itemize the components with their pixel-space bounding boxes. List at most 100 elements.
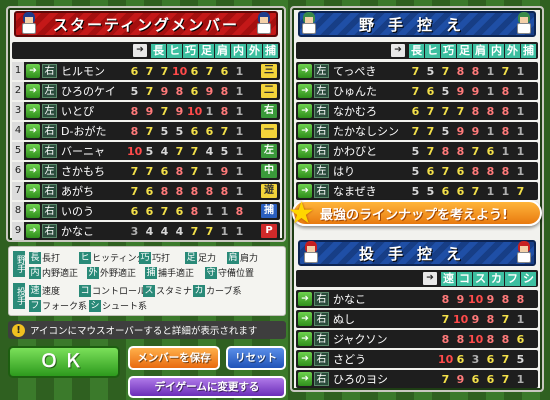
move-arrow-icon[interactable]: ➔: [298, 144, 312, 158]
col-catcher[interactable]: 捕: [263, 43, 278, 58]
col-catcher[interactable]: 捕: [521, 43, 536, 58]
player-name[interactable]: バーニャ: [61, 143, 105, 159]
starting-row[interactable]: 9 ➔ 右かなこ 3 4 4 4 7 7 1 1 P: [12, 222, 280, 240]
col-choda[interactable]: 長: [409, 43, 424, 58]
col-speed[interactable]: 足: [199, 43, 214, 58]
bench-row[interactable]: ➔ 右なまぜき 5 5 6 6 7 1 1 7: [296, 182, 538, 200]
move-arrow-icon[interactable]: ➔: [26, 184, 40, 198]
bench-row[interactable]: ➔ 左てっぺき 7 5 7 8 8 1 7 1: [296, 62, 538, 80]
player-name[interactable]: さかもち: [61, 163, 105, 179]
player-name[interactable]: ヒルモン: [61, 63, 105, 79]
bench-row[interactable]: ➔ 右かわびと 5 7 8 8 7 6 1 1: [296, 142, 538, 160]
col-velocity[interactable]: 速: [441, 271, 456, 286]
bench-row[interactable]: ➔ 右なかむろ 6 7 7 7 8 8 8 1: [296, 102, 538, 120]
bench-row[interactable]: ➔ 右たかなしシン 7 7 5 9 9 1 8 1: [296, 122, 538, 140]
col-speed[interactable]: 足: [457, 43, 472, 58]
stat-value: 8: [441, 332, 450, 346]
day-game-button[interactable]: デイゲームに変更する: [128, 376, 286, 398]
player-name[interactable]: いのう: [61, 203, 94, 219]
stat-value: 1: [235, 164, 244, 178]
col-arm[interactable]: 肩: [473, 43, 488, 58]
starting-row[interactable]: 5 ➔ 右バーニャ 10 5 4 7 7 4 5 1 左: [12, 142, 280, 160]
player-name[interactable]: かなこ: [333, 291, 366, 307]
starting-header: スターティングメンバー: [14, 11, 278, 37]
legend-fielder-item: 足足力: [185, 251, 216, 264]
sort-arrow-icon[interactable]: ➔: [391, 44, 405, 57]
move-arrow-icon[interactable]: ➔: [26, 104, 40, 118]
col-outfield[interactable]: 外: [505, 43, 520, 58]
stat-value: 1: [486, 124, 495, 138]
col-stamina[interactable]: ス: [473, 271, 488, 286]
move-arrow-icon[interactable]: ➔: [298, 124, 312, 138]
player-name[interactable]: ジャクソン: [333, 331, 387, 347]
col-hit[interactable]: ヒ: [425, 43, 440, 58]
move-arrow-icon[interactable]: ➔: [298, 104, 312, 118]
col-shoot[interactable]: シ: [521, 271, 536, 286]
player-name[interactable]: ひゅんた: [333, 83, 377, 99]
player-name[interactable]: はり: [333, 163, 355, 179]
move-arrow-icon[interactable]: ➔: [26, 204, 40, 218]
player-name[interactable]: かわびと: [333, 143, 377, 159]
move-arrow-icon[interactable]: ➔: [298, 84, 312, 98]
col-infield[interactable]: 内: [489, 43, 504, 58]
player-name[interactable]: いとぴ: [61, 103, 94, 119]
bench-row[interactable]: ➔ 左はり 5 6 7 6 8 8 8 1: [296, 162, 538, 180]
col-infield[interactable]: 内: [231, 43, 246, 58]
move-arrow-icon[interactable]: ➔: [298, 372, 312, 386]
player-name[interactable]: ひろのケイ: [61, 83, 116, 99]
player-name[interactable]: なまぜき: [333, 183, 377, 199]
stat-value: 1: [220, 204, 229, 218]
player-name[interactable]: かなこ: [61, 223, 94, 239]
starting-row[interactable]: 1 ➔ 右ヒルモン 6 7 7 10 6 7 6 1 三: [12, 62, 280, 80]
col-curve[interactable]: カ: [489, 271, 504, 286]
legend-value: ヒッティング: [92, 254, 146, 264]
player-name[interactable]: さどう: [333, 351, 366, 367]
move-arrow-icon[interactable]: ➔: [26, 224, 40, 238]
pitchers-row[interactable]: ➔ 右さどう 10 6 3 6 7 5: [296, 350, 538, 368]
save-members-button[interactable]: メンバーを保存: [128, 346, 220, 370]
move-arrow-icon[interactable]: ➔: [26, 164, 40, 178]
starting-row[interactable]: 6 ➔ 左さかもち 7 7 6 8 7 1 9 1 中: [12, 162, 280, 180]
player-name[interactable]: D-おがた: [61, 123, 106, 139]
move-arrow-icon[interactable]: ➔: [298, 312, 312, 326]
move-arrow-icon[interactable]: ➔: [26, 124, 40, 138]
starting-row[interactable]: 2 ➔ 左ひろのケイ 5 7 9 8 6 9 8 1 二: [12, 82, 280, 100]
col-choda[interactable]: 長: [151, 43, 166, 58]
move-arrow-icon[interactable]: ➔: [26, 64, 40, 78]
player-name[interactable]: あがち: [61, 183, 94, 199]
col-kouda[interactable]: 巧: [441, 43, 456, 58]
move-arrow-icon[interactable]: ➔: [298, 332, 312, 346]
pitchers-row[interactable]: ➔ 右ひろのヨシ 7 9 6 6 7 1: [296, 370, 538, 388]
col-kouda[interactable]: 巧: [183, 43, 198, 58]
player-name[interactable]: なかむろ: [333, 103, 377, 119]
player-name[interactable]: ひろのヨシ: [333, 371, 388, 387]
sort-arrow-icon[interactable]: ➔: [423, 272, 437, 285]
starting-row[interactable]: 3 ➔ 左いとぴ 8 9 7 9 10 1 8 1 右: [12, 102, 280, 120]
col-fork[interactable]: フ: [505, 271, 520, 286]
starting-row[interactable]: 8 ➔ 右いのう 6 6 7 6 8 1 1 8 捕: [12, 202, 280, 220]
stat-value: 1: [235, 64, 244, 78]
player-name[interactable]: ぬし: [333, 311, 355, 327]
col-outfield[interactable]: 外: [247, 43, 262, 58]
bench-row[interactable]: ➔ 左ひゅんた 7 6 5 9 9 1 8 1: [296, 82, 538, 100]
col-arm[interactable]: 肩: [215, 43, 230, 58]
ok-button[interactable]: ＯＫ: [8, 346, 120, 378]
starting-column-header: ➔ 長 ヒ 巧 足 肩 内 外 捕: [12, 42, 280, 59]
move-arrow-icon[interactable]: ➔: [298, 164, 312, 178]
sort-arrow-icon[interactable]: ➔: [133, 44, 147, 57]
reset-button[interactable]: リセット: [226, 346, 286, 370]
move-arrow-icon[interactable]: ➔: [298, 352, 312, 366]
pitchers-row[interactable]: ➔ 右かなこ 8 9 10 9 8 8: [296, 290, 538, 308]
player-name[interactable]: たかなしシン: [333, 123, 399, 139]
col-control[interactable]: コ: [457, 271, 472, 286]
move-arrow-icon[interactable]: ➔: [298, 64, 312, 78]
col-hit[interactable]: ヒ: [167, 43, 182, 58]
pitchers-row[interactable]: ➔ 右ジャクソン 8 8 10 8 8 6: [296, 330, 538, 348]
player-name[interactable]: てっぺき: [333, 63, 376, 79]
move-arrow-icon[interactable]: ➔: [298, 292, 312, 306]
move-arrow-icon[interactable]: ➔: [26, 144, 40, 158]
starting-row[interactable]: 4 ➔ 右 D-おがた 8 7 5 5 6 6 7 1 一: [12, 122, 280, 140]
pitchers-row[interactable]: ➔ 右ぬし 7 10 9 8 7 1: [296, 310, 538, 328]
starting-row[interactable]: 7 ➔ 右あがち 7 6 8 8 8 8 8 1 遊: [12, 182, 280, 200]
move-arrow-icon[interactable]: ➔: [26, 84, 40, 98]
